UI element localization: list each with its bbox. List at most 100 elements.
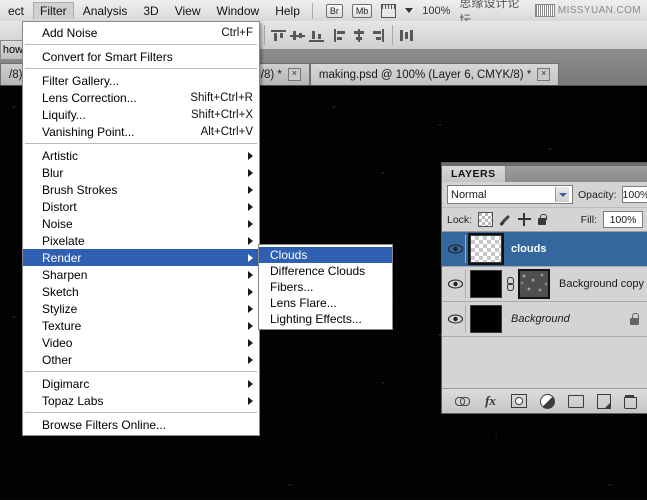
menu-item-label: Video (42, 336, 240, 350)
submenu-item-label: Lens Flare... (270, 296, 337, 310)
chevron-down-icon[interactable] (405, 8, 413, 13)
eye-icon[interactable] (446, 235, 466, 263)
menu-item-filter-gallery[interactable]: Filter Gallery... (23, 72, 259, 89)
bridge-button[interactable]: Br (326, 4, 343, 18)
lock-transparent-pixels-icon[interactable] (478, 212, 493, 227)
submenu-item-label: Clouds (270, 248, 307, 262)
menu-item-view[interactable]: View (168, 2, 208, 20)
zoom-level: 100% (422, 5, 450, 17)
layer-thumbnail[interactable] (470, 235, 502, 263)
layer-thumbnail[interactable] (470, 270, 502, 298)
menu-item-select-partial[interactable]: ect (1, 2, 31, 20)
submenu-arrow-icon (248, 397, 253, 405)
menubar-divider (312, 3, 313, 19)
menu-item-label: Texture (42, 319, 240, 333)
close-icon[interactable]: × (537, 68, 550, 81)
blend-mode-select[interactable]: Normal (447, 185, 573, 204)
menu-item-browse-filters-online[interactable]: Browse Filters Online... (23, 416, 259, 433)
menu-item-filter[interactable]: Filter (33, 2, 74, 19)
tab-layers[interactable]: LAYERS (442, 166, 506, 182)
menu-item-liquify[interactable]: Liquify... Shift+Ctrl+X (23, 106, 259, 123)
lock-position-icon[interactable] (518, 213, 531, 226)
menu-item-pixelate[interactable]: Pixelate (23, 232, 259, 249)
menu-item-texture[interactable]: Texture (23, 317, 259, 334)
menu-item-sharpen[interactable]: Sharpen (23, 266, 259, 283)
document-tab-3[interactable]: making.psd @ 100% (Layer 6, CMYK/8) * × (310, 63, 559, 85)
layer-row-clouds[interactable]: clouds (442, 232, 647, 267)
add-layer-mask-icon[interactable] (511, 394, 527, 408)
submenu-item-label: Fibers... (270, 280, 313, 294)
link-layers-icon[interactable] (455, 397, 470, 405)
distribute-centers-icon[interactable] (399, 29, 414, 42)
menu-item-video[interactable]: Video (23, 334, 259, 351)
document-tab-1-title: /8) (9, 69, 22, 81)
menu-item-add-noise[interactable]: Add Noise Ctrl+F (23, 24, 259, 41)
submenu-item-clouds[interactable]: Clouds (259, 247, 392, 263)
menu-item-stylize[interactable]: Stylize (23, 300, 259, 317)
fill-input[interactable]: 100% (603, 211, 643, 228)
submenu-arrow-icon (248, 288, 253, 296)
eye-icon[interactable] (446, 305, 466, 333)
menu-item-brush-strokes[interactable]: Brush Strokes (23, 181, 259, 198)
menu-separator (25, 44, 257, 45)
mask-link-icon[interactable] (506, 277, 514, 291)
menu-item-digimarc[interactable]: Digimarc (23, 375, 259, 392)
view-extras-icon[interactable] (381, 4, 396, 18)
menu-item-analysis[interactable]: Analysis (76, 2, 135, 20)
submenu-item-lighting-effects[interactable]: Lighting Effects... (259, 311, 392, 327)
menu-item-window[interactable]: Window (210, 2, 267, 20)
menu-separator (25, 68, 257, 69)
menu-item-3d[interactable]: 3D (136, 2, 165, 20)
layer-name[interactable]: Background (506, 313, 625, 325)
layer-thumbnail[interactable] (470, 305, 502, 333)
menu-separator (25, 143, 257, 144)
menu-item-blur[interactable]: Blur (23, 164, 259, 181)
new-group-icon[interactable] (568, 395, 584, 408)
menu-item-artistic[interactable]: Artistic (23, 147, 259, 164)
submenu-item-difference-clouds[interactable]: Difference Clouds (259, 263, 392, 279)
fill-label: Fill: (581, 214, 597, 226)
menu-item-sketch[interactable]: Sketch (23, 283, 259, 300)
lock-all-icon[interactable] (537, 214, 547, 226)
align-vertical-centers-icon[interactable] (290, 29, 305, 42)
menu-item-label: Digimarc (42, 377, 240, 391)
menu-item-render[interactable]: Render (23, 249, 259, 266)
menu-item-label: Artistic (42, 149, 240, 163)
menu-item-label: Brush Strokes (42, 183, 240, 197)
opacity-input[interactable]: 100% (622, 186, 647, 203)
align-right-edges-icon[interactable] (371, 29, 386, 42)
close-icon[interactable]: × (288, 68, 301, 81)
menu-item-convert-for-smart-filters[interactable]: Convert for Smart Filters (23, 48, 259, 65)
chevron-down-icon[interactable] (555, 187, 569, 202)
blend-mode-value: Normal (451, 189, 486, 201)
lock-image-pixels-icon[interactable] (499, 213, 512, 226)
submenu-arrow-icon (248, 339, 253, 347)
menu-item-topaz-labs[interactable]: Topaz Labs (23, 392, 259, 409)
delete-layer-icon[interactable] (624, 395, 635, 407)
align-bottom-edges-icon[interactable] (309, 29, 324, 42)
menu-item-vanishing-point[interactable]: Vanishing Point... Alt+Ctrl+V (23, 123, 259, 140)
layer-name[interactable]: clouds (506, 243, 644, 255)
menu-item-lens-correction[interactable]: Lens Correction... Shift+Ctrl+R (23, 89, 259, 106)
layer-name[interactable]: Background copy (554, 278, 644, 290)
align-left-edges-icon[interactable] (333, 29, 348, 42)
watermark-site-text: MISSYUAN.COM (558, 5, 641, 16)
layer-mask-thumbnail[interactable] (518, 269, 550, 299)
menu-item-help[interactable]: Help (268, 2, 307, 20)
menu-item-other[interactable]: Other (23, 351, 259, 368)
layer-row-background-copy[interactable]: Background copy (442, 267, 647, 302)
menu-item-distort[interactable]: Distort (23, 198, 259, 215)
eye-icon[interactable] (446, 270, 466, 298)
adjustment-layer-icon[interactable] (540, 394, 555, 409)
submenu-item-lens-flare[interactable]: Lens Flare... (259, 295, 392, 311)
options-divider-2 (392, 25, 393, 45)
menu-item-noise[interactable]: Noise (23, 215, 259, 232)
align-top-edges-icon[interactable] (271, 29, 286, 42)
align-horizontal-centers-icon[interactable] (352, 29, 367, 42)
fx-icon[interactable]: fx (483, 394, 498, 409)
menu-item-label: Pixelate (42, 234, 240, 248)
layer-row-background[interactable]: Background (442, 302, 647, 337)
mini-bridge-button[interactable]: Mb (352, 4, 373, 18)
new-layer-icon[interactable] (597, 394, 611, 409)
submenu-item-fibers[interactable]: Fibers... (259, 279, 392, 295)
